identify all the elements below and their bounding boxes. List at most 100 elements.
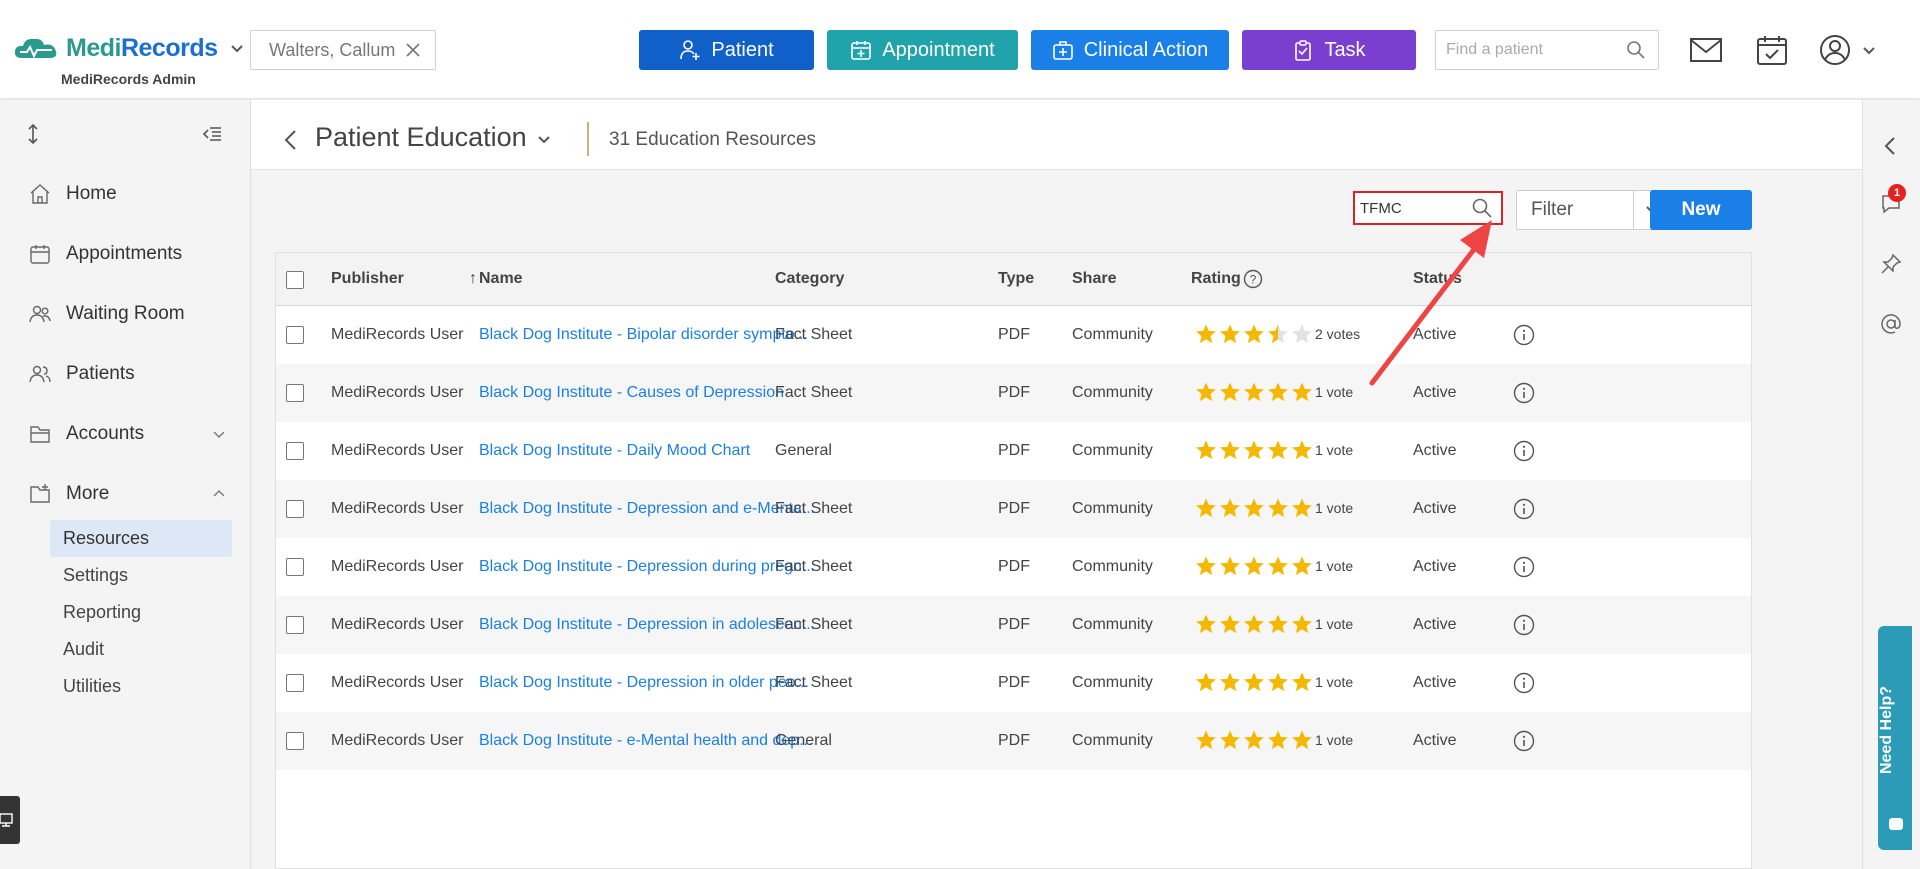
user-account-icon[interactable] xyxy=(1818,34,1852,66)
resource-name-link[interactable]: Black Dog Institute - Depression in olde… xyxy=(479,674,809,692)
help-icon[interactable]: ? xyxy=(1243,269,1263,289)
pin-icon[interactable] xyxy=(1879,252,1903,276)
resource-search-input[interactable] xyxy=(1357,195,1469,221)
cell-status: Active xyxy=(1413,326,1457,343)
expand-vertical-icon[interactable] xyxy=(21,122,45,146)
filter-dropdown[interactable]: Filter xyxy=(1516,190,1670,230)
resource-search[interactable] xyxy=(1353,191,1503,225)
current-patient-chip[interactable]: Walters, Callum xyxy=(250,30,436,70)
star-icon xyxy=(1220,324,1240,344)
column-share[interactable]: Share xyxy=(1072,270,1116,288)
row-checkbox[interactable] xyxy=(286,732,304,750)
cell-publisher: MediRecords User xyxy=(331,384,464,401)
find-patient-input[interactable] xyxy=(1436,31,1616,69)
info-icon[interactable] xyxy=(1513,730,1535,752)
column-rating[interactable]: Rating xyxy=(1191,270,1241,288)
cell-share: Community xyxy=(1072,500,1153,517)
cell-publisher: MediRecords User xyxy=(331,326,464,343)
info-icon[interactable] xyxy=(1513,440,1535,462)
back-chevron-icon[interactable] xyxy=(283,129,299,151)
find-patient-search[interactable] xyxy=(1435,30,1659,70)
new-appointment-button[interactable]: Appointment xyxy=(827,30,1018,70)
new-task-button[interactable]: Task xyxy=(1242,30,1416,70)
row-checkbox[interactable] xyxy=(286,558,304,576)
clinical-action-button[interactable]: Clinical Action xyxy=(1031,30,1229,70)
info-icon[interactable] xyxy=(1513,498,1535,520)
new-patient-button[interactable]: Patient xyxy=(639,30,814,70)
sidebar-subitem-audit[interactable]: Audit xyxy=(50,631,232,668)
row-checkbox[interactable] xyxy=(286,674,304,692)
sidebar-subitem-utilities[interactable]: Utilities xyxy=(50,668,232,705)
star-icon xyxy=(1244,556,1264,576)
row-checkbox[interactable] xyxy=(286,500,304,518)
people-icon xyxy=(29,365,51,383)
cell-share: Community xyxy=(1072,616,1153,633)
table-header: Publisher ↑ Name Category Type Share Rat… xyxy=(276,253,1751,306)
star-rating xyxy=(1195,613,1313,635)
column-publisher[interactable]: Publisher xyxy=(331,270,404,288)
cell-category: Fact Sheet xyxy=(775,674,853,691)
sidebar-item-more[interactable]: More xyxy=(0,474,250,514)
new-resource-button[interactable]: New xyxy=(1650,190,1752,230)
column-status[interactable]: Status xyxy=(1413,270,1462,288)
search-icon[interactable] xyxy=(1626,40,1646,60)
vote-count: 1 vote xyxy=(1315,384,1354,400)
sidebar-subitem-reporting[interactable]: Reporting xyxy=(50,594,232,631)
cell-publisher: MediRecords User xyxy=(331,500,464,517)
search-icon[interactable] xyxy=(1471,197,1493,219)
vote-count: 1 vote xyxy=(1315,732,1354,748)
collapse-sidebar-icon[interactable] xyxy=(200,122,224,146)
sidebar-item-patients[interactable]: Patients xyxy=(0,354,250,394)
star-icon xyxy=(1196,556,1216,576)
column-type[interactable]: Type xyxy=(998,270,1034,288)
medirecords-logo[interactable]: MediRecords xyxy=(12,34,244,63)
info-icon[interactable] xyxy=(1513,672,1535,694)
resource-name-link[interactable]: Black Dog Institute - Bipolar disorder s… xyxy=(479,326,808,344)
side-drawer-tab[interactable] xyxy=(0,796,20,844)
mail-icon[interactable] xyxy=(1689,34,1723,66)
sidebar-subitem-resources[interactable]: Resources xyxy=(50,520,232,557)
column-category[interactable]: Category xyxy=(775,270,844,288)
resource-name-link[interactable]: Black Dog Institute - Daily Mood Chart xyxy=(479,442,750,460)
sidebar-item-accounts[interactable]: Accounts xyxy=(0,414,250,454)
folder-plus-icon xyxy=(30,484,50,503)
sort-ascending-icon[interactable]: ↑ xyxy=(469,270,477,288)
info-icon[interactable] xyxy=(1513,382,1535,404)
sidebar-item-waiting-room[interactable]: Waiting Room xyxy=(0,294,250,334)
star-icon xyxy=(1220,730,1240,750)
chevron-left-icon[interactable] xyxy=(1879,134,1903,158)
row-checkbox[interactable] xyxy=(286,616,304,634)
mention-icon[interactable] xyxy=(1879,312,1903,336)
row-checkbox[interactable] xyxy=(286,384,304,402)
calendar-check-icon[interactable] xyxy=(1755,34,1789,66)
resource-name-link[interactable]: Black Dog Institute - Depression during … xyxy=(479,558,815,576)
resource-name-link[interactable]: Black Dog Institute - Causes of Depressi… xyxy=(479,384,784,402)
star-icon xyxy=(1292,498,1312,518)
star-icon xyxy=(1220,498,1240,518)
info-icon[interactable] xyxy=(1513,556,1535,578)
info-icon[interactable] xyxy=(1513,614,1535,636)
calendar-icon xyxy=(30,245,50,264)
star-rating xyxy=(1195,439,1313,461)
resource-name-link[interactable]: Black Dog Institute - e-Mental health an… xyxy=(479,732,813,750)
chevron-down-icon[interactable] xyxy=(1862,44,1876,58)
sidebar-subitem-settings[interactable]: Settings xyxy=(50,557,232,594)
chevron-down-icon[interactable] xyxy=(230,42,244,56)
star-icon xyxy=(1220,672,1240,692)
row-checkbox[interactable] xyxy=(286,442,304,460)
resource-name-link[interactable]: Black Dog Institute - Depression in adol… xyxy=(479,616,815,634)
cell-publisher: MediRecords User xyxy=(331,558,464,575)
info-icon[interactable] xyxy=(1513,324,1535,346)
cell-type: PDF xyxy=(998,500,1030,517)
sidebar-item-home[interactable]: Home xyxy=(0,174,250,214)
need-help-tab[interactable]: Need Help? xyxy=(1878,626,1912,850)
star-icon xyxy=(1244,614,1264,634)
chevron-down-icon[interactable] xyxy=(537,134,551,146)
select-all-checkbox[interactable] xyxy=(286,271,304,289)
resource-name-link[interactable]: Black Dog Institute - Depression and e-M… xyxy=(479,500,815,518)
column-name[interactable]: Name xyxy=(479,270,523,288)
sidebar-item-appointments[interactable]: Appointments xyxy=(0,234,250,274)
close-icon[interactable] xyxy=(405,42,421,58)
star-icon xyxy=(1196,498,1216,518)
row-checkbox[interactable] xyxy=(286,326,304,344)
